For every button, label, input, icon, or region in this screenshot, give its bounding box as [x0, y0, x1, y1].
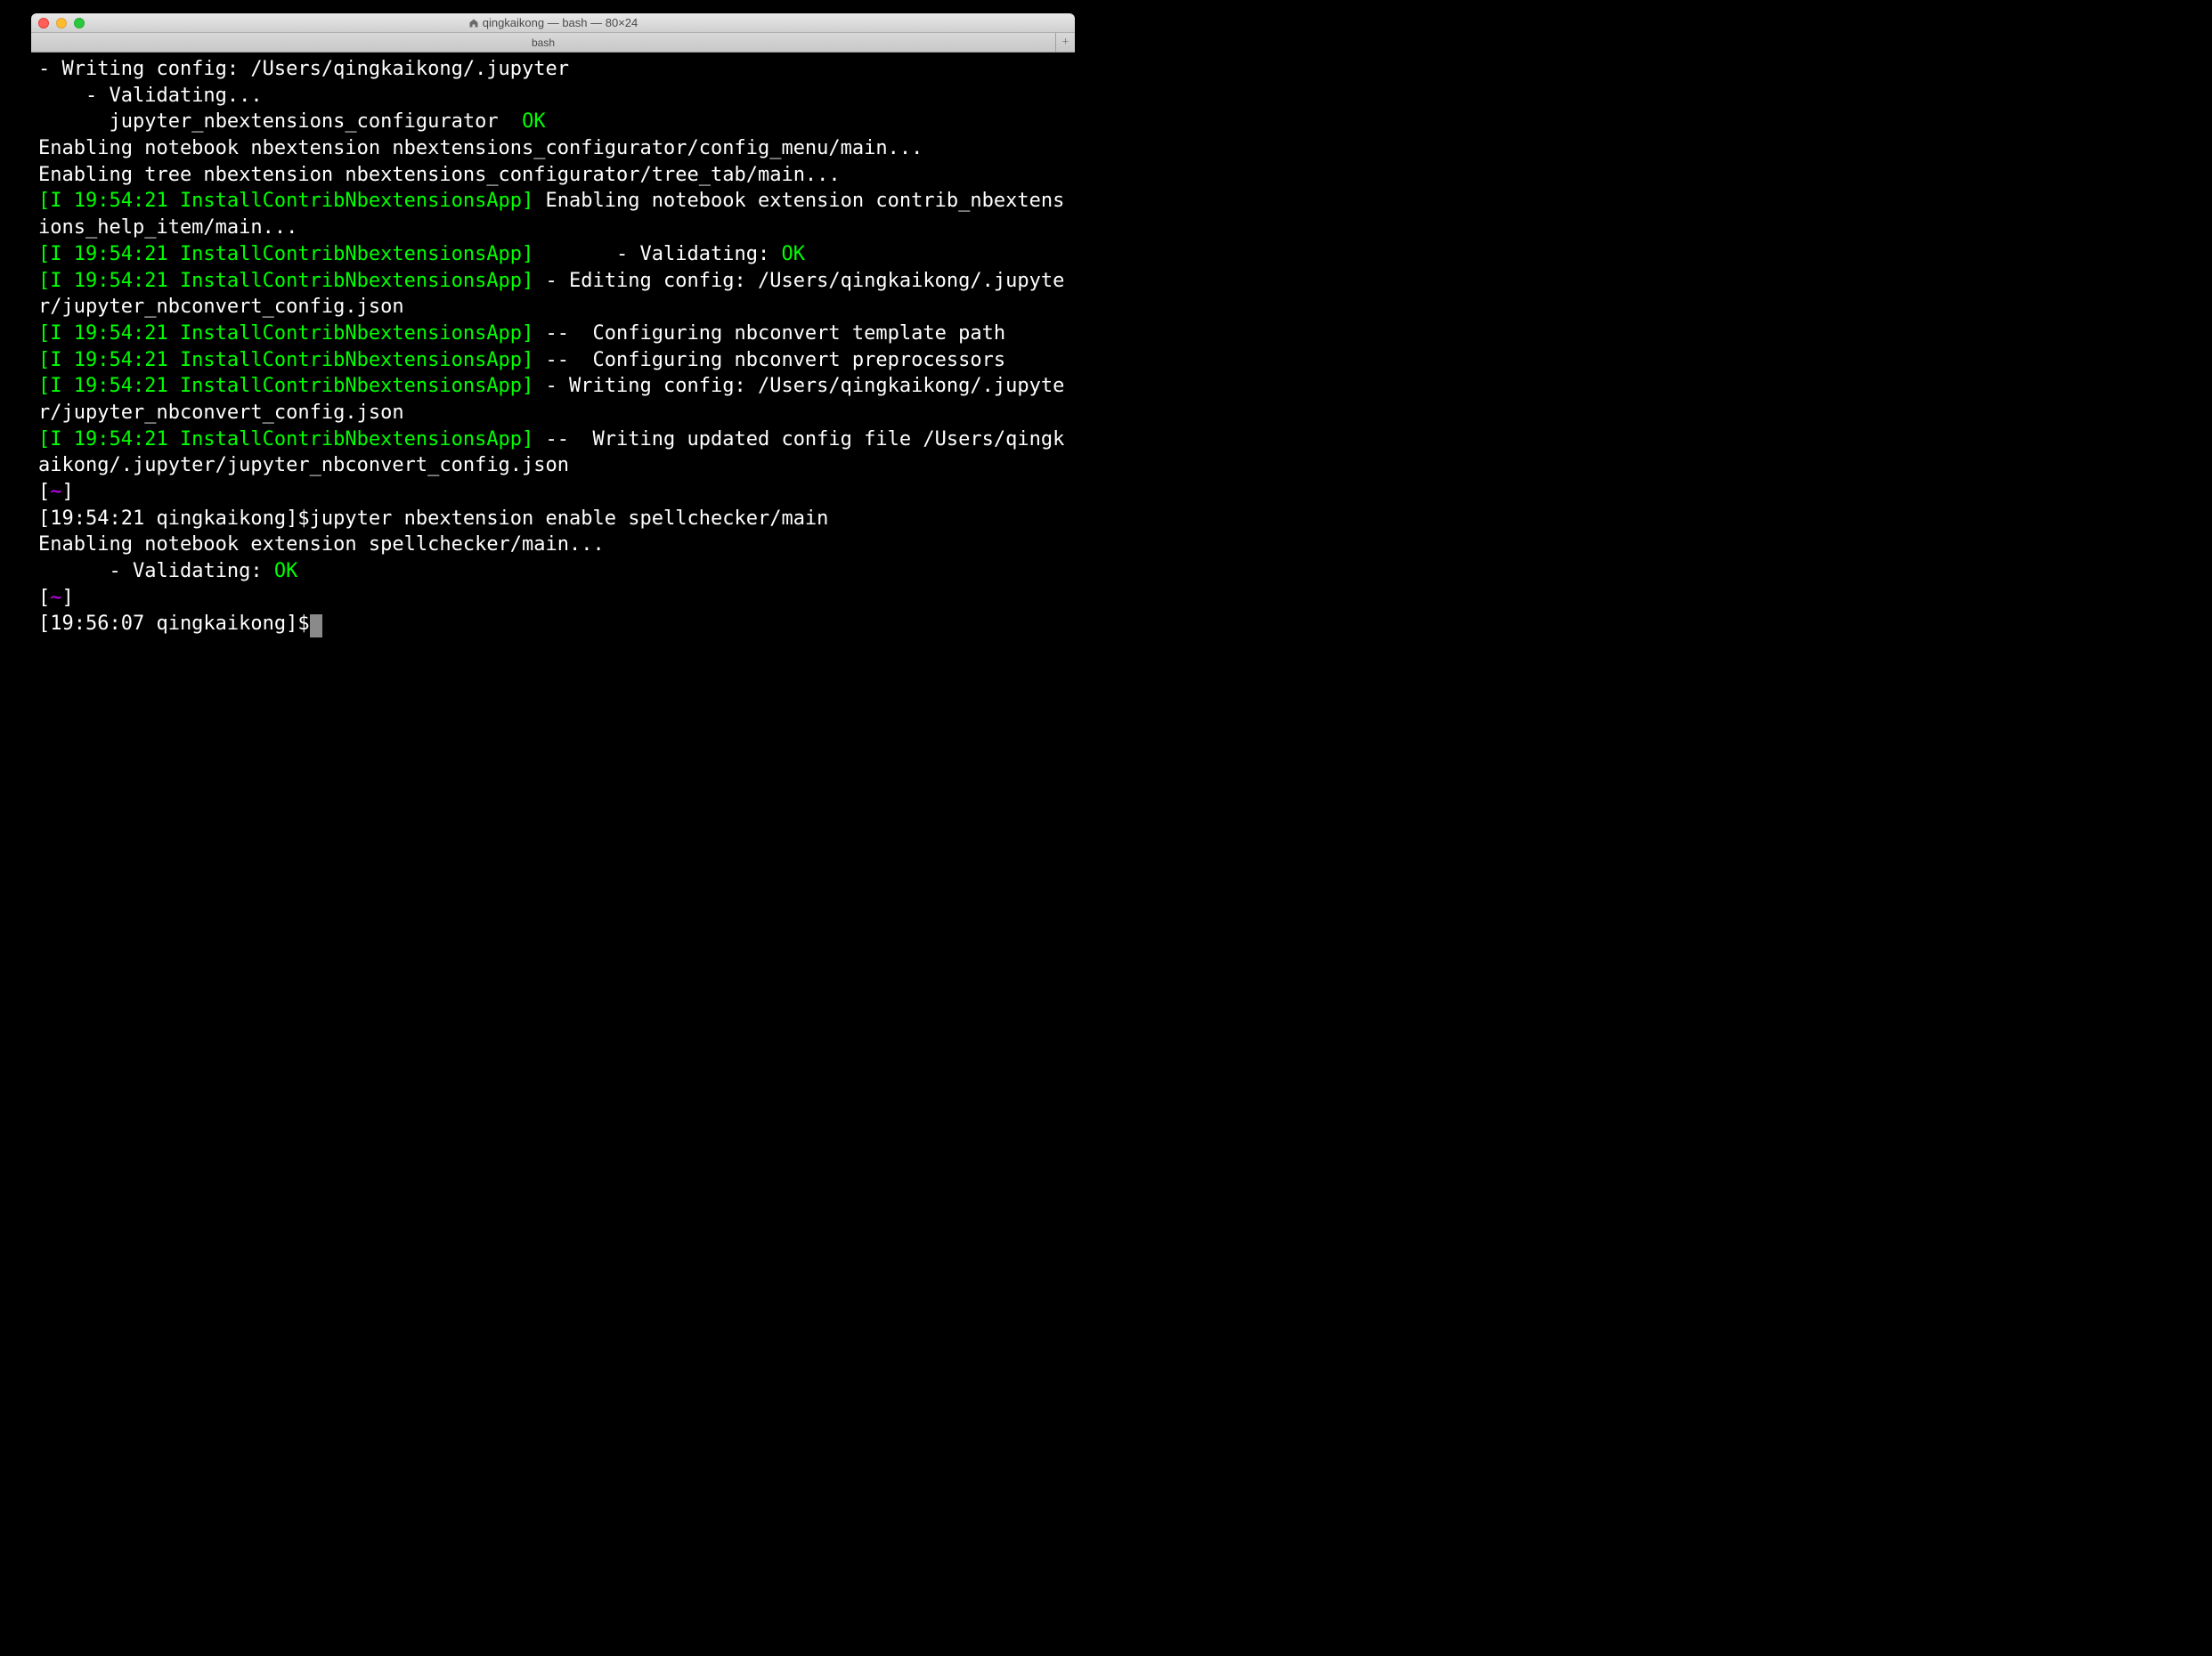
- maximize-button[interactable]: [74, 18, 85, 28]
- output-line: -- Configuring nbconvert template path: [533, 322, 1005, 345]
- new-tab-button[interactable]: +: [1055, 33, 1075, 53]
- close-button[interactable]: [38, 18, 49, 28]
- output-line: - Validating...: [38, 85, 263, 107]
- log-prefix: [I 19:54:21 InstallContribNbextensionsAp…: [38, 243, 533, 265]
- terminal-content[interactable]: - Writing config: /Users/qingkaikong/.ju…: [31, 53, 1075, 791]
- tab-bar: bash +: [31, 33, 1075, 53]
- tab-bash[interactable]: bash: [31, 33, 1055, 53]
- traffic-lights: [38, 18, 85, 28]
- prompt-current: [19:56:07 qingkaikong]$: [38, 613, 310, 635]
- window-title-text: qingkaikong — bash — 80×24: [483, 16, 638, 29]
- log-prefix: [I 19:54:21 InstallContribNbextensionsAp…: [38, 428, 533, 451]
- prompt-bracket: [: [38, 481, 50, 503]
- status-ok: OK: [510, 110, 546, 133]
- log-prefix: [I 19:54:21 InstallContribNbextensionsAp…: [38, 322, 533, 345]
- log-prefix: [I 19:54:21 InstallContribNbextensionsAp…: [38, 270, 533, 292]
- output-line: jupyter_nbextensions_configurator: [38, 110, 510, 133]
- minimize-button[interactable]: [56, 18, 67, 28]
- output-line: Enabling tree nbextension nbextensions_c…: [38, 164, 841, 186]
- terminal-window: qingkaikong — bash — 80×24 bash + - Writ…: [31, 13, 1075, 791]
- output-line: - Validating:: [38, 560, 274, 582]
- log-prefix: [I 19:54:21 InstallContribNbextensionsAp…: [38, 190, 533, 212]
- prompt-bracket: [: [38, 587, 50, 609]
- title-bar[interactable]: qingkaikong — bash — 80×24: [31, 13, 1075, 33]
- home-icon: [468, 18, 479, 28]
- prompt-bracket: ]: [62, 587, 74, 609]
- prompt-bracket: ]: [62, 481, 74, 503]
- log-prefix: [I 19:54:21 InstallContribNbextensionsAp…: [38, 375, 533, 397]
- output-line: - Writing config: /Users/qingkaikong/.ju…: [38, 58, 569, 80]
- prompt-path: ~: [50, 481, 61, 503]
- cursor: [310, 614, 322, 637]
- status-ok: OK: [781, 243, 805, 265]
- status-ok: OK: [274, 560, 298, 582]
- prompt-path: ~: [50, 587, 61, 609]
- output-line: - Validating:: [533, 243, 781, 265]
- output-line: -- Configuring nbconvert preprocessors: [533, 349, 1005, 371]
- log-prefix: [I 19:54:21 InstallContribNbextensionsAp…: [38, 349, 533, 371]
- output-line: Enabling notebook extension spellchecker…: [38, 533, 605, 556]
- window-title: qingkaikong — bash — 80×24: [38, 16, 1068, 29]
- prompt-command: [19:54:21 qingkaikong]$jupyter nbextensi…: [38, 507, 828, 530]
- output-line: Enabling notebook nbextension nbextensio…: [38, 137, 923, 159]
